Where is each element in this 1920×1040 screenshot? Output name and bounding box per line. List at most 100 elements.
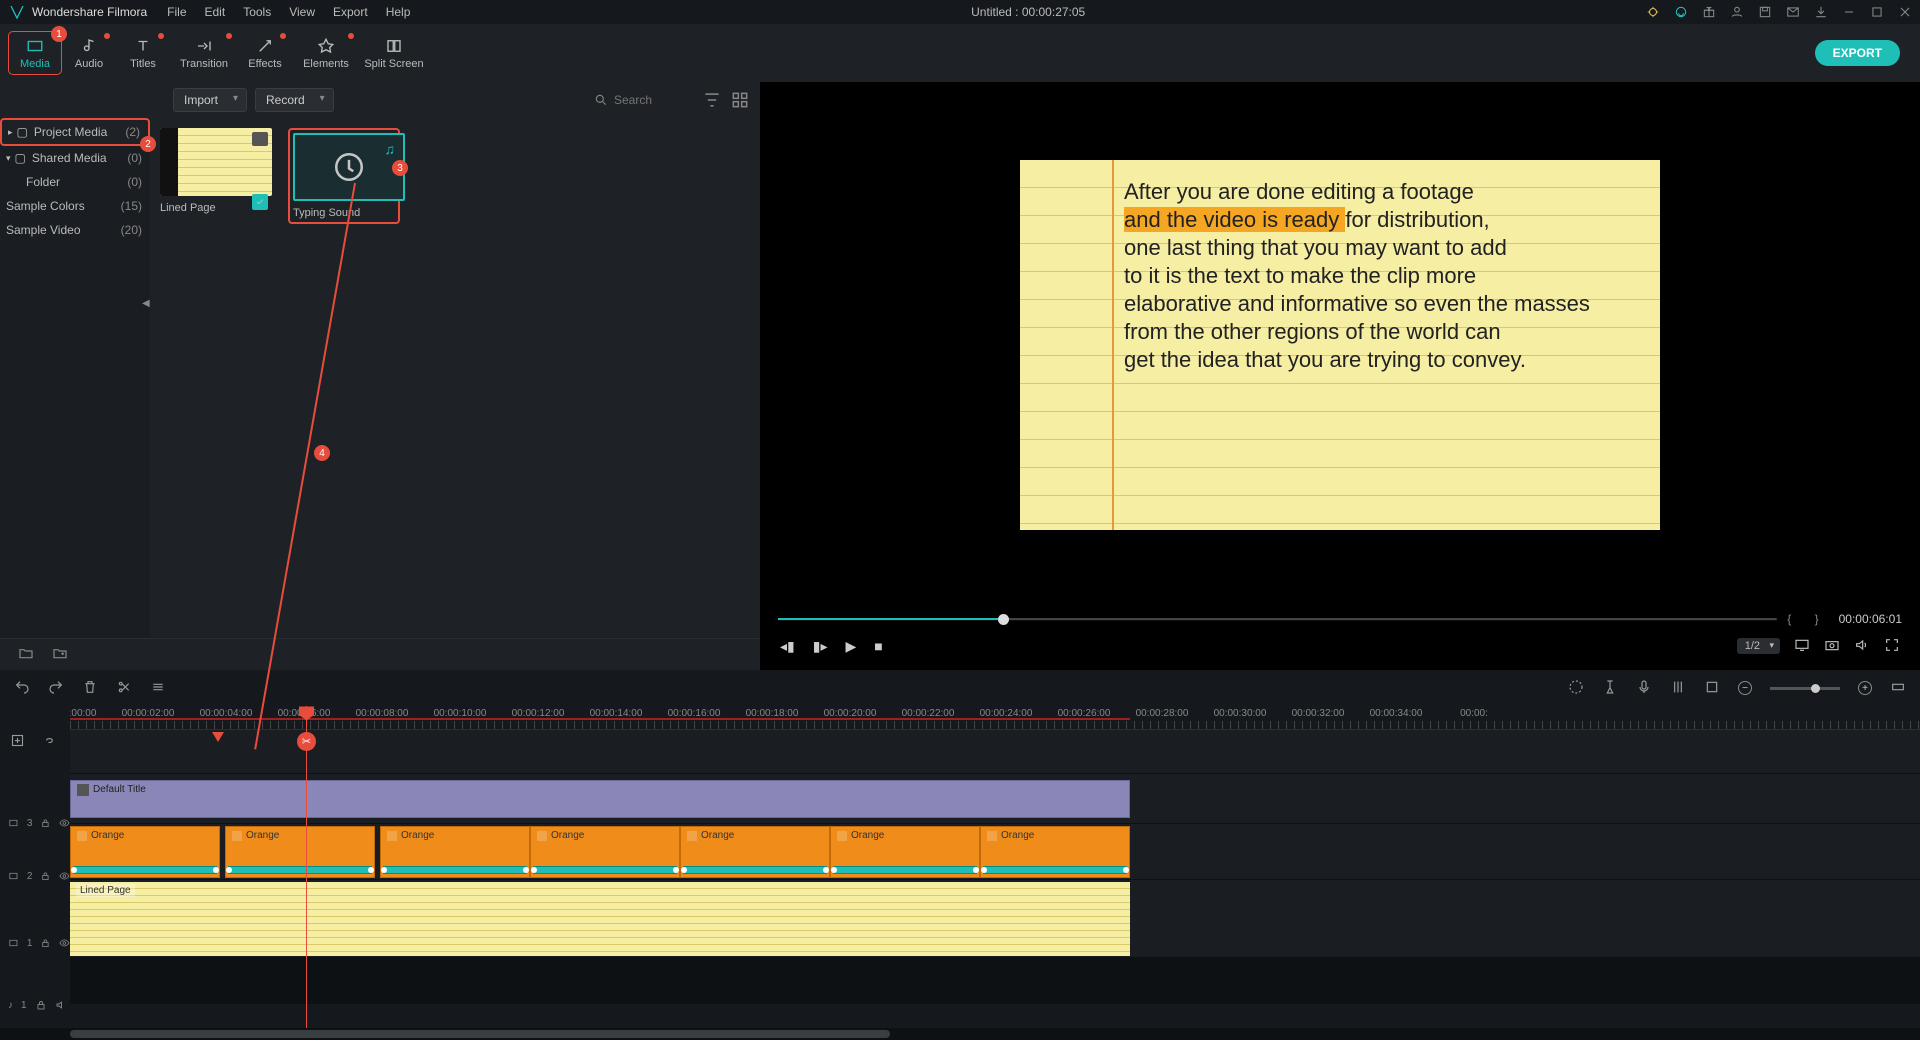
lock-icon[interactable] xyxy=(40,937,51,949)
stop-icon[interactable]: ■ xyxy=(874,638,882,654)
sidebar-item-sample-colors[interactable]: Sample Colors (15) xyxy=(0,194,150,218)
search-input[interactable] xyxy=(614,93,694,107)
eye-icon[interactable] xyxy=(59,870,70,882)
download-icon[interactable] xyxy=(1814,5,1828,19)
menu-file[interactable]: File xyxy=(167,5,186,19)
orange-clip[interactable]: Orange xyxy=(680,826,830,878)
collapse-sidebar-icon[interactable]: ◀ xyxy=(142,298,150,309)
tab-split-screen[interactable]: Split Screen xyxy=(360,31,428,75)
voiceover-icon[interactable] xyxy=(1636,679,1652,698)
tips-icon[interactable] xyxy=(1646,5,1660,19)
speaker-icon[interactable] xyxy=(55,999,67,1011)
preview-scrubber[interactable]: { } 00:00:06:01 xyxy=(768,608,1912,630)
export-button[interactable]: EXPORT xyxy=(1815,40,1900,66)
timeline-ruler[interactable]: 00:00:00:0000:00:02:0000:00:04:0000:00:0… xyxy=(70,706,1920,730)
track-video-1[interactable]: Lined Page xyxy=(70,880,1920,958)
menu-edit[interactable]: Edit xyxy=(205,5,226,19)
sidebar-item-sample-video[interactable]: Sample Video (20) xyxy=(0,218,150,242)
title-clip[interactable]: Default Title xyxy=(70,780,1130,818)
sidebar-item-shared-media[interactable]: ▾ ▢ Shared Media (0) xyxy=(0,146,150,170)
gift-icon[interactable] xyxy=(1702,5,1716,19)
timeline-hscroll[interactable] xyxy=(0,1028,1920,1040)
orange-clip[interactable]: Orange xyxy=(70,826,220,878)
sidebar-item-folder[interactable]: Folder (0) xyxy=(0,170,150,194)
menu-tools[interactable]: Tools xyxy=(243,5,271,19)
media-item-lined-page[interactable]: Lined Page xyxy=(160,128,272,214)
audio-mixer-icon[interactable] xyxy=(1670,679,1686,698)
track-header-video2[interactable]: 2 xyxy=(0,848,70,904)
open-folder-icon[interactable] xyxy=(18,645,34,664)
message-icon[interactable] xyxy=(1786,5,1800,19)
render-icon[interactable] xyxy=(1568,679,1584,698)
lock-icon[interactable] xyxy=(40,870,51,882)
track-audio-1[interactable] xyxy=(70,958,1920,1004)
eye-icon[interactable] xyxy=(59,817,70,829)
menu-export[interactable]: Export xyxy=(333,5,368,19)
play-icon[interactable]: ▶ xyxy=(845,638,856,655)
add-track-icon[interactable] xyxy=(10,733,25,751)
eye-icon[interactable] xyxy=(59,937,70,949)
track-title[interactable]: Default Title xyxy=(70,774,1920,824)
close-icon[interactable] xyxy=(1898,5,1912,19)
zoom-out-icon[interactable]: − xyxy=(1738,681,1752,695)
snapshot-icon[interactable] xyxy=(1824,637,1840,656)
orange-clip[interactable]: Orange xyxy=(830,826,980,878)
orange-clip[interactable]: Orange xyxy=(225,826,375,878)
fullscreen-icon[interactable] xyxy=(1884,637,1900,656)
crop-icon[interactable] xyxy=(1704,679,1720,698)
grid-view-icon[interactable] xyxy=(730,90,750,110)
lined-page-clip[interactable]: Lined Page xyxy=(70,882,1130,956)
split-icon[interactable] xyxy=(116,679,132,698)
track-video-2[interactable]: OrangeOrangeOrangeOrangeOrangeOrangeOran… xyxy=(70,824,1920,880)
preview-display-icon[interactable] xyxy=(1794,637,1810,656)
settings-icon[interactable] xyxy=(150,679,166,698)
ruler-tick: 00:00:14:00 xyxy=(590,708,643,719)
orange-clip[interactable]: Orange xyxy=(380,826,530,878)
delete-icon[interactable] xyxy=(82,679,98,698)
ruler-tick: 00:00: xyxy=(1460,708,1488,719)
prev-frame-icon[interactable]: ◂▮ xyxy=(780,638,795,655)
preview-viewport[interactable]: After you are done editing a footageand … xyxy=(768,82,1912,608)
minimize-icon[interactable] xyxy=(1842,5,1856,19)
new-folder-icon[interactable] xyxy=(52,645,68,664)
lock-icon[interactable] xyxy=(35,999,47,1011)
timeline-tracks[interactable]: 00:00:00:0000:00:02:0000:00:04:0000:00:0… xyxy=(70,706,1920,1028)
zoom-fit-icon[interactable] xyxy=(1890,679,1906,698)
track-header-title[interactable]: 3 xyxy=(0,798,70,848)
maximize-icon[interactable] xyxy=(1870,5,1884,19)
volume-icon[interactable] xyxy=(1854,637,1870,656)
tab-media[interactable]: Media 1 xyxy=(8,31,62,75)
record-dropdown[interactable]: Record xyxy=(255,88,334,112)
menu-help[interactable]: Help xyxy=(386,5,411,19)
lock-icon[interactable] xyxy=(40,817,51,829)
tab-titles[interactable]: Titles xyxy=(116,31,170,75)
track-header-video1[interactable]: 1 xyxy=(0,904,70,982)
menu-view[interactable]: View xyxy=(289,5,315,19)
filter-icon[interactable] xyxy=(702,90,722,110)
preview-quality-dropdown[interactable]: 1/2 xyxy=(1737,638,1780,654)
search-box[interactable] xyxy=(594,93,694,107)
support-icon[interactable] xyxy=(1674,5,1688,19)
sidebar-item-count: (2) xyxy=(125,125,140,139)
mark-in-out-icon[interactable]: { } xyxy=(1787,612,1828,626)
sidebar-item-project-media[interactable]: ▸ ▢ Project Media (2) 2 xyxy=(0,118,150,146)
undo-icon[interactable] xyxy=(14,679,30,698)
save-icon[interactable] xyxy=(1758,5,1772,19)
tab-audio[interactable]: Audio xyxy=(62,31,116,75)
import-dropdown[interactable]: Import xyxy=(173,88,247,112)
orange-clip[interactable]: Orange xyxy=(980,826,1130,878)
zoom-slider[interactable] xyxy=(1770,687,1840,690)
media-item-typing-sound[interactable]: ♫ Typing Sound 3 xyxy=(288,128,400,224)
playhead[interactable]: ✂ xyxy=(306,706,307,1028)
tab-elements[interactable]: Elements xyxy=(292,31,360,75)
account-icon[interactable] xyxy=(1730,5,1744,19)
next-frame-icon[interactable]: ▮▸ xyxy=(813,638,828,655)
link-track-icon[interactable] xyxy=(41,733,56,751)
track-header-audio1[interactable]: ♪ 1 xyxy=(0,982,70,1028)
tab-effects[interactable]: Effects xyxy=(238,31,292,75)
redo-icon[interactable] xyxy=(48,679,64,698)
marker-icon[interactable] xyxy=(1602,679,1618,698)
tab-transition[interactable]: Transition xyxy=(170,31,238,75)
zoom-in-icon[interactable]: + xyxy=(1858,681,1872,695)
orange-clip[interactable]: Orange xyxy=(530,826,680,878)
